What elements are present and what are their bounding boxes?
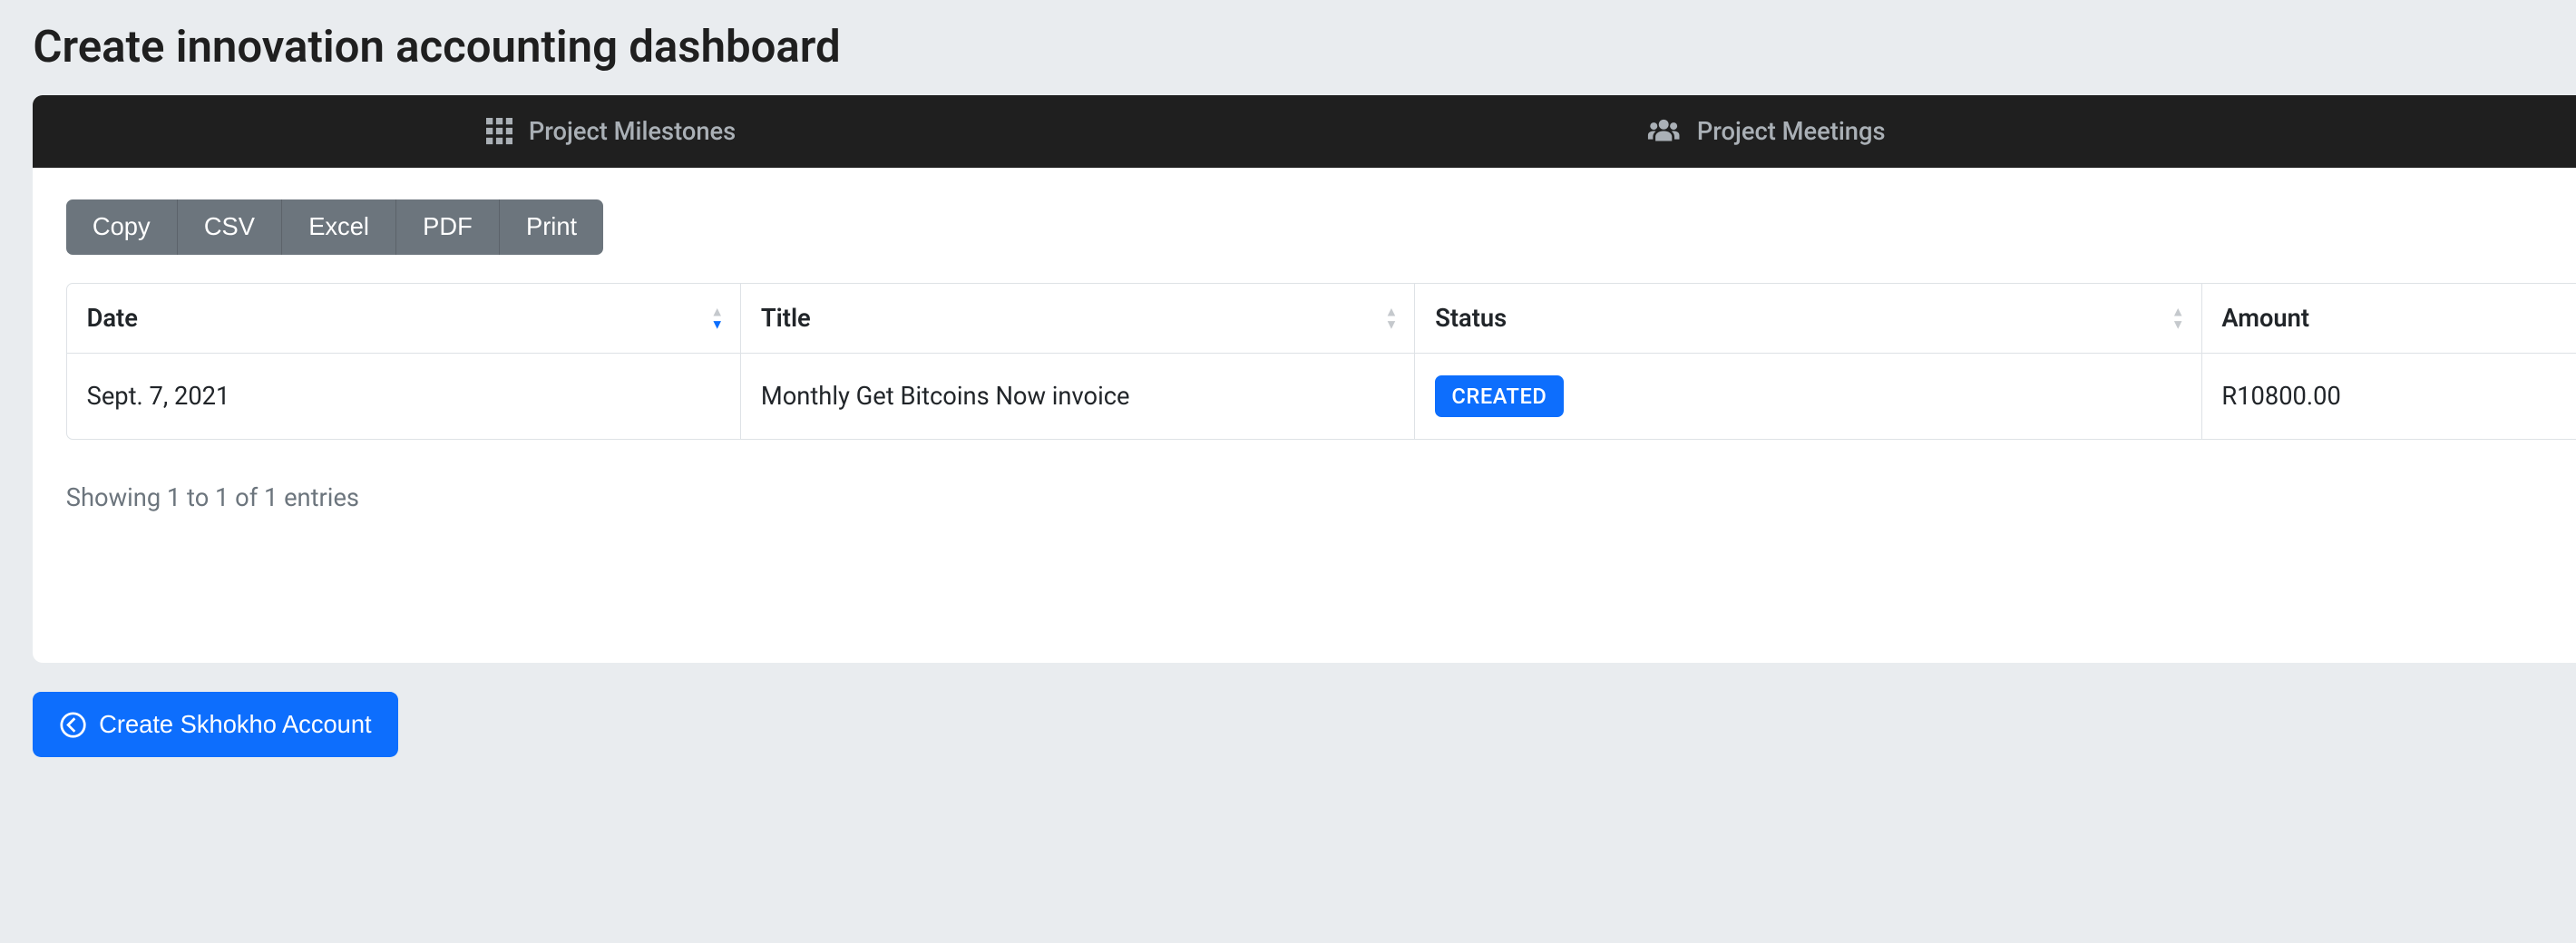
tab-label: Project Meetings	[1697, 117, 1886, 146]
status-badge: CREATED	[1435, 375, 1563, 417]
arrow-left-circle-icon	[60, 712, 86, 738]
csv-button[interactable]: CSV	[178, 199, 282, 255]
main-card: Project Milestones Project Meetings Proj…	[33, 95, 2576, 662]
column-header-title[interactable]: Title ▲▼	[741, 284, 1415, 354]
tab-meetings[interactable]: Project Meetings	[1188, 95, 2344, 167]
export-button-group: Copy CSV Excel PDF Print	[66, 199, 603, 255]
create-account-button[interactable]: Create Skhokho Account	[33, 692, 397, 757]
column-header-label: Status	[1435, 304, 1507, 333]
column-header-label: Amount	[2221, 304, 2309, 333]
invoices-table: Date ▲▼ Title ▲▼ Status ▲▼	[66, 283, 2576, 440]
users-icon	[1647, 118, 1680, 144]
sort-icon: ▲▼	[2171, 306, 2184, 330]
column-header-label: Date	[87, 304, 138, 333]
grid-icon	[486, 118, 512, 144]
showing-text: Showing 1 to 1 of 1 entries	[66, 483, 359, 512]
cell-title: Monthly Get Bitcoins Now invoice	[741, 354, 1415, 439]
cell-status: CREATED	[1415, 354, 2201, 439]
sort-icon: ▲▼	[710, 306, 723, 330]
tab-label: Project Milestones	[529, 117, 736, 146]
column-header-label: Title	[761, 304, 811, 333]
tab-documents[interactable]: Project Documents	[2344, 95, 2576, 167]
cell-date: Sept. 7, 2021	[67, 354, 741, 439]
column-header-amount[interactable]: Amount ▲▼	[2202, 284, 2576, 354]
cta-label: Create Skhokho Account	[99, 710, 371, 739]
tabs: Project Milestones Project Meetings Proj…	[33, 95, 2576, 167]
print-button[interactable]: Print	[500, 199, 603, 255]
column-header-status[interactable]: Status ▲▼	[1415, 284, 2201, 354]
cell-amount: R10800.00	[2202, 354, 2576, 439]
sort-icon: ▲▼	[1385, 306, 1398, 330]
column-header-date[interactable]: Date ▲▼	[67, 284, 741, 354]
excel-button[interactable]: Excel	[282, 199, 396, 255]
pdf-button[interactable]: PDF	[396, 199, 500, 255]
table-row: Sept. 7, 2021 Monthly Get Bitcoins Now i…	[67, 354, 2576, 439]
page-title: Create innovation accounting dashboard	[33, 20, 840, 73]
tab-milestones[interactable]: Project Milestones	[33, 95, 1188, 167]
copy-button[interactable]: Copy	[66, 199, 178, 255]
